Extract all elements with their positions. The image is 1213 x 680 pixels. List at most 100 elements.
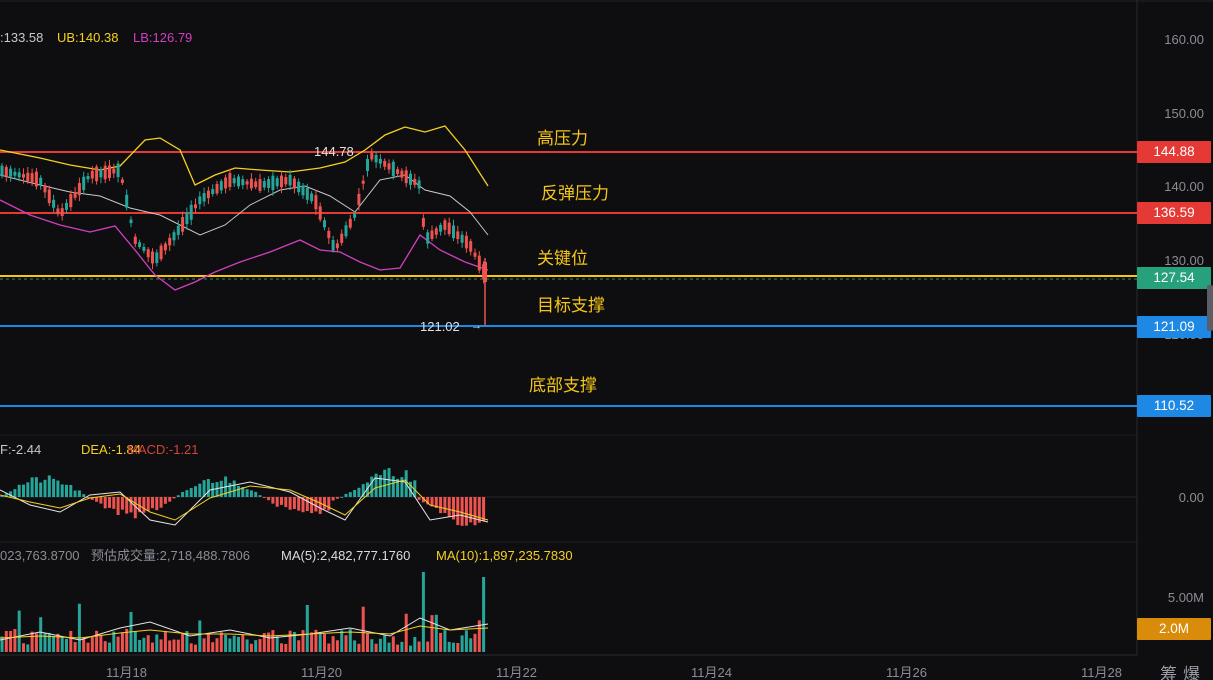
- candle-body: [335, 243, 339, 249]
- candle-body: [168, 237, 172, 246]
- candle-body: [116, 163, 120, 178]
- candle-body: [73, 191, 77, 198]
- volume-bar: [439, 632, 443, 652]
- macd-bar: [284, 497, 288, 508]
- candle-body: [284, 177, 288, 185]
- macd-bar: [391, 476, 395, 497]
- candle-body: [13, 171, 17, 176]
- volume-bar: [86, 642, 90, 652]
- volume-bar: [344, 635, 348, 652]
- macd-bar: [26, 482, 30, 497]
- candle-body: [60, 208, 64, 217]
- volume-bar: [181, 633, 185, 652]
- candle-body: [202, 193, 206, 202]
- volume-bar: [387, 642, 391, 652]
- volume-bar: [39, 617, 43, 652]
- candle-body: [232, 178, 236, 184]
- volume-bar: [430, 615, 434, 652]
- candle-body: [26, 172, 30, 182]
- candle-body: [477, 255, 481, 271]
- candle-body: [108, 165, 111, 179]
- annotation-key-level: 关键位: [537, 249, 588, 268]
- candle-body: [353, 213, 357, 218]
- volume-bar: [374, 643, 378, 652]
- price-axis-label: 150.00: [1164, 106, 1204, 121]
- volume-bar: [47, 632, 51, 652]
- volume-bar: [163, 631, 167, 652]
- macd-bar: [163, 497, 167, 504]
- candle-body: [344, 225, 348, 237]
- chip-distribution-toggle[interactable]: 筹爆: [1160, 660, 1206, 680]
- macd-bar: [77, 490, 81, 497]
- candle-body: [426, 232, 430, 244]
- volume-axis-label: 5.00M: [1167, 590, 1204, 605]
- candle-body: [219, 181, 223, 191]
- volume-bar: [409, 645, 412, 652]
- annotation-target-support: 目标支撑: [537, 296, 605, 315]
- macd-bar: [262, 497, 266, 498]
- volume-bar: [482, 577, 486, 652]
- volume-bar: [417, 641, 421, 652]
- candle-body: [262, 181, 266, 188]
- candle-body: [151, 251, 154, 264]
- candle-body: [469, 241, 473, 252]
- macd-bar: [335, 497, 339, 499]
- candle-body: [434, 228, 438, 235]
- candle-body: [224, 177, 228, 189]
- volume-bar: [327, 643, 331, 652]
- price-axis-label: 130.00: [1164, 253, 1204, 268]
- candle-body: [430, 230, 434, 239]
- macd-bar: [353, 489, 357, 497]
- volume-bar: [90, 636, 94, 652]
- candle-body: [142, 246, 146, 251]
- macd-bar: [155, 497, 159, 511]
- volume-ma10: MA(10):1,897,235.7830: [436, 548, 573, 563]
- volume-bar: [331, 636, 335, 652]
- candle-body: [323, 220, 326, 228]
- macd-bar: [185, 490, 189, 497]
- volume-bar: [258, 639, 262, 652]
- candle-body: [404, 170, 408, 184]
- volume-bar: [168, 640, 172, 652]
- candle-body: [241, 179, 245, 186]
- volume-bar: [43, 632, 47, 652]
- macd-bar: [447, 497, 451, 517]
- candle-body: [391, 161, 395, 177]
- macd-bar: [99, 497, 103, 504]
- macd-bar: [460, 497, 464, 526]
- chart-canvas[interactable]: [0, 0, 1213, 680]
- candle-body: [65, 202, 68, 210]
- candle-body: [357, 193, 361, 205]
- candle-body: [245, 181, 249, 185]
- volume-bar: [172, 639, 176, 652]
- macd-bar: [120, 497, 124, 510]
- volume-bar: [473, 633, 477, 652]
- macd-value: MACD:-1.21: [127, 442, 199, 457]
- macd-bar: [30, 477, 34, 497]
- candle-body: [340, 233, 344, 243]
- candle-body: [267, 179, 271, 189]
- volume-bar: [176, 639, 180, 652]
- volume-bar: [310, 632, 314, 652]
- macd-bar: [198, 483, 202, 497]
- volume-bar: [464, 630, 468, 652]
- macd-bar: [482, 497, 486, 522]
- candle-body: [56, 208, 60, 215]
- macd-bar: [108, 497, 111, 508]
- candle-body: [146, 249, 150, 258]
- volume-bar: [391, 636, 395, 652]
- trading-chart[interactable]: :133.58 UB:140.38 LB:126.79 F:-2.44 DEA:…: [0, 0, 1213, 680]
- candle-body: [258, 179, 262, 191]
- date-label: 11月18: [106, 665, 147, 680]
- macd-bar: [245, 489, 249, 497]
- high-marker: 144.78: [314, 144, 354, 159]
- candle-body: [52, 199, 56, 208]
- price-scale-handle[interactable]: [1207, 285, 1213, 331]
- volume-bar: [189, 643, 193, 652]
- macd-bar: [194, 486, 197, 497]
- candle-body: [275, 178, 279, 187]
- candle-body: [17, 172, 21, 178]
- candle-body: [249, 178, 253, 189]
- candle-body: [413, 178, 417, 185]
- volume-bar: [245, 639, 249, 652]
